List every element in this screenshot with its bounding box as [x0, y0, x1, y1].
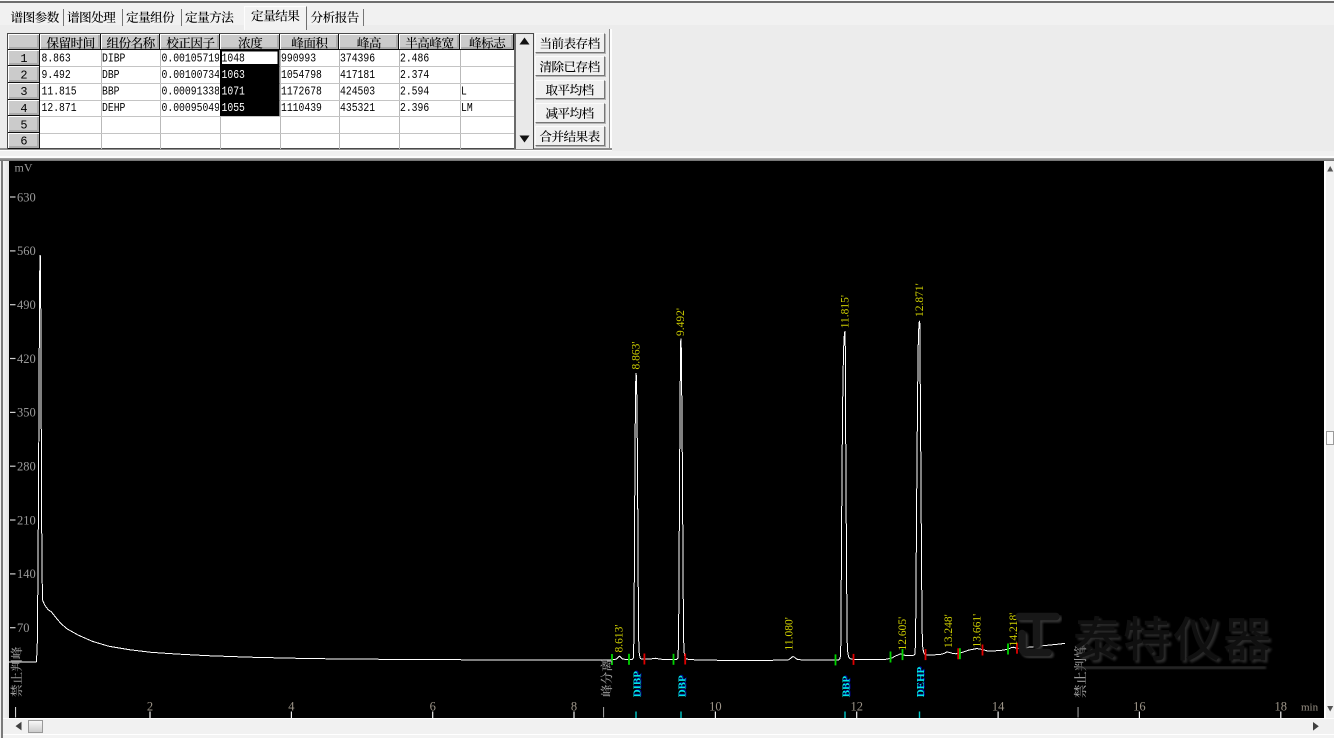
svg-text:420: 420 [17, 352, 36, 366]
svg-text:0.00105719: 0.00105719 [162, 51, 221, 65]
svg-text:1071: 1071 [222, 84, 245, 98]
svg-text:374396: 374396 [340, 51, 375, 65]
svg-text:6: 6 [20, 135, 27, 149]
svg-text:280: 280 [17, 460, 36, 474]
svg-text:14: 14 [992, 700, 1005, 714]
svg-text:1063: 1063 [222, 68, 245, 82]
svg-text:0.00091338: 0.00091338 [162, 84, 221, 98]
svg-text:11.815: 11.815 [42, 84, 77, 98]
svg-text:3: 3 [20, 85, 27, 99]
svg-text:1110439: 1110439 [281, 101, 322, 115]
svg-text:8.863': 8.863' [631, 342, 643, 370]
svg-text:DIBP: DIBP [632, 671, 644, 698]
svg-text:417181: 417181 [340, 68, 375, 82]
svg-text:2.374: 2.374 [400, 68, 429, 82]
svg-text:2.396: 2.396 [400, 101, 429, 115]
svg-text:8.613': 8.613' [614, 625, 626, 653]
svg-text:210: 210 [17, 513, 36, 527]
svg-text:0.00100734: 0.00100734 [162, 68, 221, 82]
svg-text:8.863: 8.863 [42, 51, 71, 65]
svg-text:16: 16 [1133, 700, 1146, 714]
svg-text:2: 2 [20, 69, 27, 83]
svg-text:350: 350 [17, 406, 36, 420]
svg-text:12: 12 [851, 700, 864, 714]
svg-text:1054798: 1054798 [281, 68, 322, 82]
svg-text:11.815': 11.815' [839, 295, 851, 328]
svg-text:13.661': 13.661' [971, 614, 983, 648]
svg-text:DIBP: DIBP [102, 51, 125, 65]
svg-text:140: 140 [17, 567, 36, 581]
svg-text:1172678: 1172678 [281, 84, 322, 98]
svg-text:DEHP: DEHP [102, 101, 125, 115]
svg-text:18: 18 [1275, 700, 1288, 714]
svg-text:4: 4 [20, 102, 27, 116]
svg-text:DEHP: DEHP [915, 666, 927, 697]
svg-text:12.871: 12.871 [42, 101, 77, 115]
svg-text:9.492: 9.492 [42, 68, 71, 82]
svg-text:4: 4 [288, 700, 295, 714]
svg-text:490: 490 [17, 298, 36, 312]
svg-text:6: 6 [430, 700, 436, 714]
svg-text:1055: 1055 [222, 101, 245, 115]
svg-text:DBP: DBP [102, 68, 120, 82]
svg-text:1: 1 [20, 52, 27, 66]
svg-text:12.871': 12.871' [914, 283, 926, 317]
svg-text:2.594: 2.594 [400, 84, 429, 98]
svg-text:990993: 990993 [281, 51, 316, 65]
svg-text:min: min [1301, 702, 1319, 714]
svg-text:LM: LM [461, 101, 473, 115]
svg-text:0.00095049: 0.00095049 [162, 101, 221, 115]
svg-text:560: 560 [17, 244, 36, 258]
svg-text:5: 5 [20, 118, 27, 132]
svg-text:DBP: DBP [677, 675, 689, 697]
svg-text:2.486: 2.486 [400, 51, 429, 65]
svg-text:BBP: BBP [102, 84, 120, 98]
svg-text:630: 630 [17, 190, 36, 204]
svg-text:BBP: BBP [841, 676, 853, 698]
svg-text:L: L [461, 84, 467, 98]
svg-text:1048: 1048 [222, 51, 245, 65]
svg-text:mV: mV [15, 161, 33, 175]
svg-text:10: 10 [709, 700, 722, 714]
svg-text:11.080': 11.080' [783, 617, 795, 650]
svg-text:8: 8 [571, 700, 577, 714]
svg-text:12.605': 12.605' [897, 617, 909, 651]
svg-text:13.248': 13.248' [943, 614, 955, 648]
svg-text:435321: 435321 [340, 101, 375, 115]
svg-text:2: 2 [147, 700, 153, 714]
svg-text:70: 70 [17, 621, 30, 635]
svg-text:9.492': 9.492' [675, 308, 687, 336]
svg-text:424503: 424503 [340, 84, 375, 98]
